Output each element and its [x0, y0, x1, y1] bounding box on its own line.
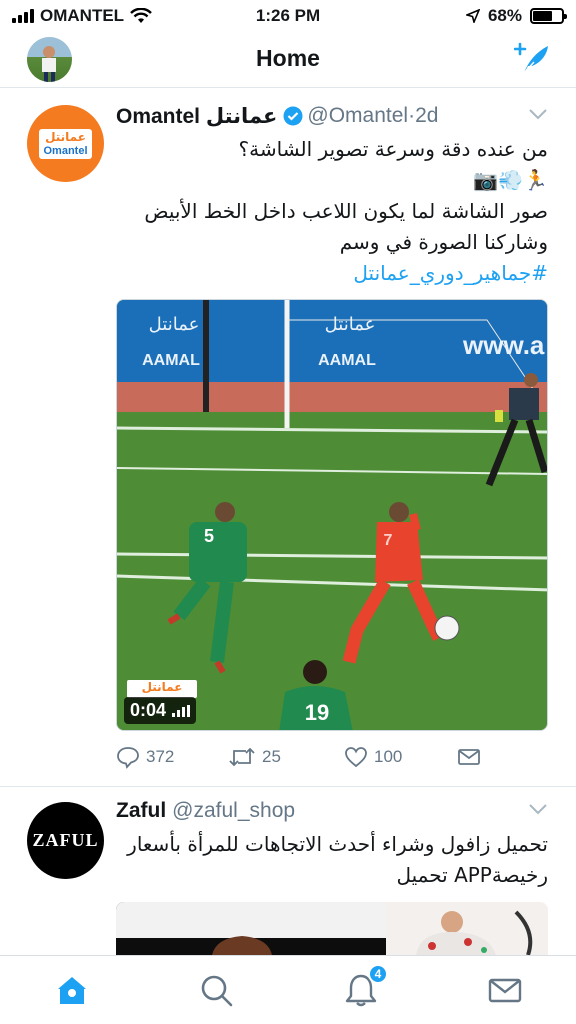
promoted-image[interactable]	[116, 902, 548, 955]
tweet-text-line: صور الشاشة لما يكون اللاعب داخل الخط الأ…	[144, 199, 548, 223]
battery-percent: 68%	[487, 6, 522, 25]
verified-badge-icon	[283, 106, 303, 126]
tweet-text: تحميل زافول وشراء أحدث الاتجاهات للمرأة …	[116, 829, 548, 891]
home-icon[interactable]	[54, 972, 90, 1008]
status-right: 68%	[465, 6, 567, 26]
reply-button[interactable]: 372	[116, 745, 174, 769]
tweet-timestamp[interactable]: 2d	[415, 104, 438, 128]
tweet-actions: 372 25 100	[116, 745, 548, 775]
author-name[interactable]: Zaful	[116, 799, 166, 823]
football	[434, 615, 460, 641]
bottom-tab-bar: 4	[0, 955, 576, 1024]
direct-message-icon	[458, 749, 480, 765]
retweet-button[interactable]: 25	[228, 745, 281, 769]
tweet-text-line: رخيصةAPP تحميل	[396, 863, 548, 887]
chevron-down-icon[interactable]	[528, 802, 548, 816]
top-navigation-bar: Home	[0, 30, 576, 88]
jersey-number: 5	[203, 526, 214, 546]
chevron-down-icon[interactable]	[528, 107, 548, 121]
tweet-content: Zaful @zaful_shop تحميل زافول وشراء أحدث…	[116, 796, 548, 891]
tweet-header: Omantel عمانتل @Omantel · 2d	[116, 101, 548, 131]
omantel-logo-arabic: عمانتل	[45, 130, 86, 144]
like-count: 100	[374, 747, 403, 766]
location-arrow-icon	[465, 9, 480, 23]
board-ad-text: AAMAL	[318, 352, 376, 369]
tweet-video[interactable]: عمانتل AAMAL عمانتل AAMAL www.a 5 7 19 ع…	[116, 299, 548, 731]
status-bar: OMANTEL 1:26 PM 68%	[0, 0, 576, 30]
jersey-number: 19	[304, 700, 330, 725]
tweet-text-line: تحميل زافول وشراء أحدث الاتجاهات للمرأة …	[127, 832, 548, 856]
tweet-content: Omantel عمانتل @Omantel · 2d من عنده دقة…	[116, 101, 548, 289]
retweet-icon	[229, 747, 255, 767]
tweet-zaful[interactable]: ZAFUL Zaful @zaful_shop تحميل زافول وشرا…	[0, 787, 576, 955]
tweet-text-line: من عنده دقة وسرعة تصوير الشاشة؟	[238, 137, 549, 161]
reply-icon	[117, 747, 139, 769]
compose-tweet-icon[interactable]	[514, 40, 550, 76]
like-icon	[345, 747, 367, 768]
hashtag-link[interactable]: #جماهير_دوري_عمانتل	[116, 258, 548, 289]
page-title: Home	[256, 45, 320, 71]
tweet-author-avatar[interactable]: عمانتل Omantel	[27, 105, 104, 182]
notifications-badge: 4	[368, 964, 388, 984]
omantel-logo: عمانتل Omantel	[39, 129, 92, 159]
reply-count: 372	[146, 747, 175, 766]
zaful-logo: ZAFUL	[32, 830, 99, 850]
like-button[interactable]: 100	[344, 745, 402, 769]
omantel-logo-latin: Omantel	[43, 145, 88, 157]
video-duration-badge: 0:04	[124, 697, 197, 724]
board-url-text: www.a	[463, 330, 545, 360]
battery-icon	[530, 8, 567, 24]
author-handle[interactable]: @Omantel	[307, 104, 408, 128]
video-duration: 0:04	[130, 700, 167, 720]
author-name[interactable]: Omantel عمانتل	[116, 104, 277, 129]
author-handle[interactable]: @zaful_shop	[172, 799, 295, 823]
battery-level-fill	[533, 11, 553, 21]
separator-dot: ·	[408, 104, 416, 127]
board-ad-text: عمانتل	[148, 314, 200, 335]
tweet-text-line: وشاركنا الصورة في وسم	[339, 230, 548, 254]
direct-message-button[interactable]	[457, 745, 481, 769]
tweet-header: Zaful @zaful_shop	[116, 796, 548, 826]
retweet-count: 25	[262, 747, 281, 766]
volume-icon[interactable]	[172, 704, 191, 717]
tweet-text: من عنده دقة وسرعة تصوير الشاشة؟ 🏃💨📷 صور …	[116, 134, 548, 289]
board-ad-text: AAMAL	[142, 352, 200, 369]
tweet-author-avatar[interactable]: ZAFUL	[27, 802, 104, 879]
tweet-emoji-line: 🏃💨📷	[473, 168, 548, 192]
board-ad-text: عمانتل	[324, 314, 376, 335]
search-icon[interactable]	[198, 972, 234, 1008]
messages-icon[interactable]	[487, 972, 523, 1008]
jersey-number: 7	[383, 532, 393, 549]
promoted-image-preview	[116, 902, 548, 955]
overlay-logo: عمانتل	[141, 680, 183, 694]
